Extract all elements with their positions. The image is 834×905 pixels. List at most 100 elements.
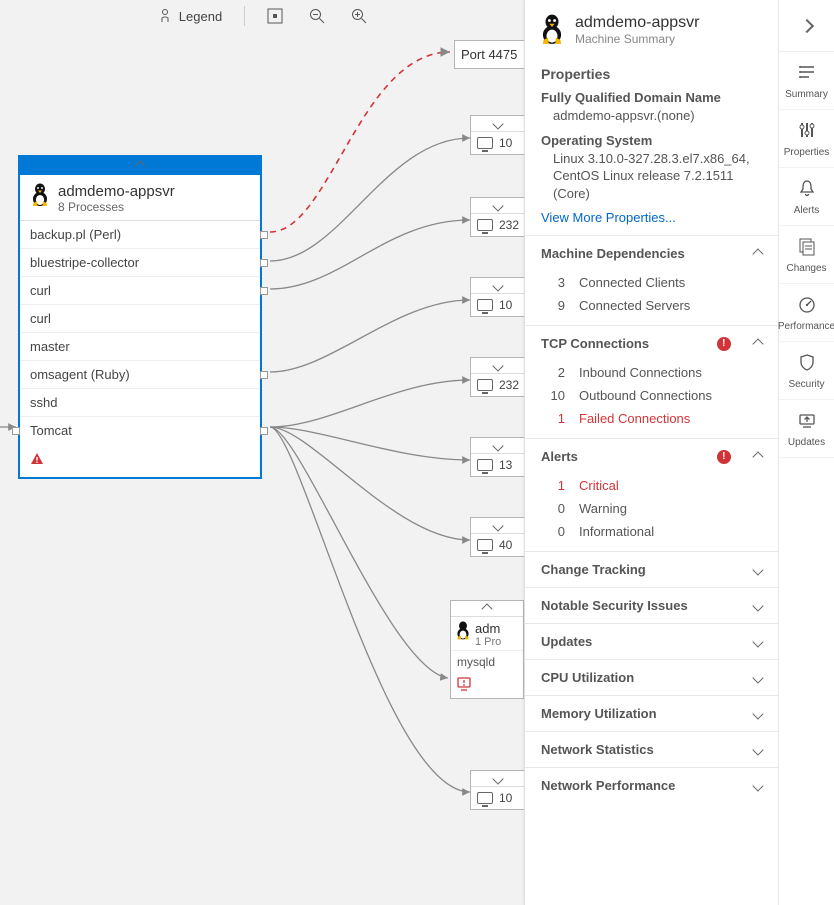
server-group-node[interactable]: 10 [470,770,526,810]
metric-count: 1 [541,411,565,426]
rail-item-updates[interactable]: Updates [779,400,834,458]
metric-row[interactable]: 9Connected Servers [541,294,762,317]
process-row[interactable]: Tomcat [20,417,260,444]
process-row[interactable]: omsagent (Ruby) [20,361,260,389]
accordion-header[interactable]: Change Tracking [525,552,778,587]
metric-row[interactable]: 1Critical [541,474,762,497]
server-group-node[interactable]: 10 [470,115,526,155]
zoom-out-icon [309,8,325,24]
view-more-properties-link[interactable]: View More Properties... [541,210,676,225]
card2-process[interactable]: mysqld [451,650,523,673]
machine-card[interactable]: admdemo-appsvr 8 Processes backup.pl (Pe… [18,155,262,479]
linux-icon [30,183,50,207]
rail-label: Properties [784,147,830,158]
accordion-header[interactable]: CPU Utilization [525,660,778,695]
card2-alert [451,673,523,698]
accordion-header[interactable]: Network Performance [525,768,778,803]
chevron-down-icon [492,280,503,291]
node-count: 232 [499,218,519,232]
details-panel: admdemo-appsvr Machine Summary Propertie… [524,0,778,905]
rail-label: Performance [778,321,834,332]
legend-button[interactable]: Legend [153,4,226,28]
monitor-icon [477,539,493,551]
node-expand-button[interactable] [471,438,525,454]
canvas-toolbar: Legend [0,0,524,32]
accordion-header-alerts[interactable]: Alerts ! [525,439,778,474]
metric-row[interactable]: 2Inbound Connections [541,361,762,384]
port-node[interactable]: Port 4475 [454,40,526,69]
chevron-down-icon [752,672,763,683]
accordion-header[interactable]: Updates [525,624,778,659]
machine-card-secondary[interactable]: adm 1 Pro mysqld [450,600,524,699]
panel-subtitle: Machine Summary [575,32,700,46]
node-expand-button[interactable] [471,116,525,132]
server-group-node[interactable]: 232 [470,197,526,237]
rail-label: Updates [788,437,825,448]
chevron-up-icon [752,451,763,462]
chevron-down-icon [492,360,503,371]
card2-title: adm [475,621,501,636]
server-group-node[interactable]: 40 [470,517,526,557]
tcp-title: TCP Connections [541,336,649,351]
metric-row[interactable]: 10Outbound Connections [541,384,762,407]
rail-item-summary[interactable]: Summary [779,52,834,110]
rail-item-security[interactable]: Security [779,342,834,400]
accordion-header[interactable]: Notable Security Issues [525,588,778,623]
monitor-icon [477,379,493,391]
process-row[interactable]: backup.pl (Perl) [20,221,260,249]
accordion-header[interactable]: Memory Utilization [525,696,778,731]
node-expand-button[interactable] [471,771,525,787]
chevron-down-icon [752,636,763,647]
linux-icon [455,621,471,640]
node-expand-button[interactable] [471,198,525,214]
accordion-header-tcp[interactable]: TCP Connections ! [525,326,778,361]
monitor-icon [477,792,493,804]
accordion-title: Notable Security Issues [541,598,688,613]
panel-properties-section: Properties Fully Qualified Domain Name a… [525,66,778,225]
chevron-up-icon [134,160,145,171]
chevron-up-icon [752,338,763,349]
node-count: 10 [499,136,512,150]
rail-item-performance[interactable]: Performance [779,284,834,342]
chevron-down-icon [492,520,503,531]
panel-expand-button[interactable] [779,0,834,52]
fqdn-label: Fully Qualified Domain Name [541,90,762,105]
metric-label: Warning [579,501,627,516]
card-collapse-button[interactable] [20,157,260,175]
rail-item-changes[interactable]: Changes [779,226,834,284]
accordion-header-deps[interactable]: Machine Dependencies [525,236,778,271]
metric-row[interactable]: 3Connected Clients [541,271,762,294]
metric-count: 0 [541,524,565,539]
node-expand-button[interactable] [471,518,525,534]
rail-item-alerts[interactable]: Alerts [779,168,834,226]
metric-label: Connected Servers [579,298,690,313]
monitor-icon [477,219,493,231]
metric-row[interactable]: 1Failed Connections [541,407,762,430]
server-group-node[interactable]: 232 [470,357,526,397]
node-expand-button[interactable] [471,358,525,374]
zoom-out-button[interactable] [305,4,329,28]
metric-label: Connected Clients [579,275,685,290]
fit-to-screen-button[interactable] [263,4,287,28]
monitor-icon [477,459,493,471]
node-expand-button[interactable] [471,278,525,294]
process-row[interactable]: curl [20,305,260,333]
accordion-collapsed: Memory Utilization [525,695,778,731]
zoom-in-button[interactable] [347,4,371,28]
chevron-down-icon [492,200,503,211]
process-row[interactable]: master [20,333,260,361]
rail-item-properties[interactable]: Properties [779,110,834,168]
accordion-collapsed: Network Performance [525,767,778,803]
process-row[interactable]: bluestripe-collector [20,249,260,277]
metric-row[interactable]: 0Warning [541,497,762,520]
server-group-node[interactable]: 13 [470,437,526,477]
card-alert-footer [20,444,260,477]
process-row[interactable]: sshd [20,389,260,417]
process-row[interactable]: curl [20,277,260,305]
accordion-title: Memory Utilization [541,706,657,721]
deps-title: Machine Dependencies [541,246,685,261]
server-group-node[interactable]: 10 [470,277,526,317]
metric-row[interactable]: 0Informational [541,520,762,543]
accordion-header[interactable]: Network Statistics [525,732,778,767]
card2-collapse-button[interactable] [451,601,523,617]
